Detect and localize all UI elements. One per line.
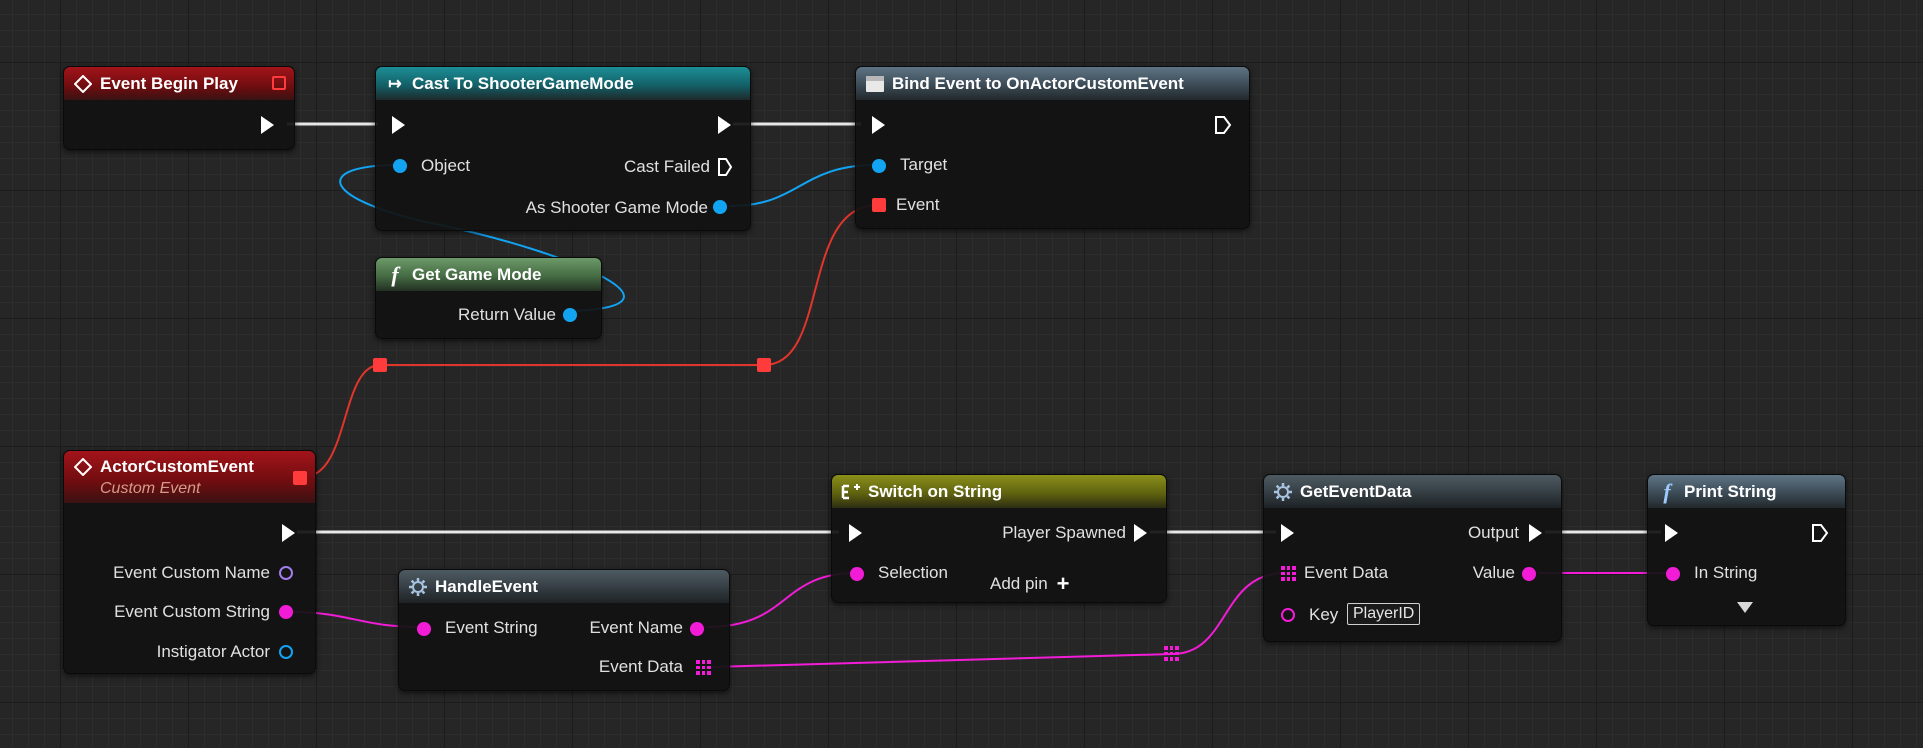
pin-label: Event Custom String <box>114 602 270 621</box>
selection-input-pin[interactable] <box>850 567 864 581</box>
node-header: Switch on String <box>832 475 1166 508</box>
function-f-icon: f <box>391 261 399 287</box>
add-pin-button[interactable]: Add pin + <box>990 571 1070 596</box>
player-spawned-exec-output-pin[interactable] <box>1134 524 1147 542</box>
exec-output-pin[interactable] <box>261 116 274 134</box>
get-event-data-node[interactable]: GetEventData Output Event Data Value Key… <box>1263 474 1562 642</box>
node-title: Switch on String <box>868 481 1003 501</box>
in-string-input-pin[interactable] <box>1666 567 1680 581</box>
exec-input-pin[interactable] <box>392 116 405 134</box>
event-begin-play-node[interactable]: Event Begin Play <box>63 66 295 150</box>
handle-event-node[interactable]: HandleEvent Event String Event Name Even… <box>398 569 730 691</box>
node-header: ↦ Cast To ShooterGameMode <box>376 67 750 100</box>
bind-event-node[interactable]: Bind Event to OnActorCustomEvent Target … <box>855 66 1250 229</box>
node-header: f Get Game Mode <box>376 258 601 291</box>
pin-label: Instigator Actor <box>156 642 270 661</box>
node-header: Event Begin Play <box>64 67 294 100</box>
pin-label: Cast Failed <box>624 157 710 176</box>
value-output-pin[interactable] <box>1522 567 1536 581</box>
node-header: GetEventData <box>1264 475 1561 508</box>
node-title: Bind Event to OnActorCustomEvent <box>892 73 1184 93</box>
node-title: Print String <box>1684 481 1777 501</box>
plus-icon: + <box>1056 571 1070 596</box>
chevron-down-icon[interactable] <box>1737 602 1753 613</box>
event-diamond-icon <box>72 458 94 476</box>
function-f-icon: f <box>1663 478 1671 504</box>
switch-on-string-node[interactable]: Switch on String Player Spawned Selectio… <box>831 474 1167 603</box>
node-subtitle: Custom Event <box>100 480 201 497</box>
node-title: Get Game Mode <box>412 264 542 284</box>
switch-icon <box>840 482 862 502</box>
cast-to-shootergamemode-node[interactable]: ↦ Cast To ShooterGameMode Object Cast Fa… <box>375 66 751 231</box>
pin-label: Event Custom Name <box>113 563 270 582</box>
key-input-field[interactable]: PlayerID <box>1347 603 1421 625</box>
event-data-output-pin[interactable] <box>696 660 711 675</box>
event-delegate-input-pin[interactable] <box>872 198 886 212</box>
exec-output-pin[interactable] <box>282 524 295 542</box>
exec-input-pin[interactable] <box>849 524 862 542</box>
node-header: f Print String <box>1648 475 1845 508</box>
pin-label: Event Data <box>1304 563 1389 582</box>
pin-label: Target <box>900 155 948 174</box>
pin-label: Key <box>1309 605 1339 624</box>
actor-custom-event-node[interactable]: ActorCustomEvent Custom Event Event Cust… <box>63 450 316 674</box>
node-title: ActorCustomEvent <box>100 457 254 476</box>
exec-output-pin[interactable] <box>1214 115 1232 135</box>
exec-output-pin[interactable] <box>1811 523 1829 543</box>
exec-input-pin[interactable] <box>872 116 885 134</box>
node-title: HandleEvent <box>435 576 538 596</box>
exec-input-pin[interactable] <box>1665 524 1678 542</box>
pin-label: Value <box>1472 563 1515 582</box>
add-pin-label: Add pin <box>990 574 1048 593</box>
instigator-actor-output-pin[interactable] <box>279 645 293 659</box>
event-diamond-icon <box>72 74 94 93</box>
pin-label: In String <box>1694 563 1758 582</box>
pin-label: Output <box>1467 523 1519 542</box>
exec-output-pin[interactable] <box>1529 524 1542 542</box>
node-title: Event Begin Play <box>100 73 238 93</box>
event-data-input-pin[interactable] <box>1281 566 1296 581</box>
struct-reroute-knot[interactable] <box>1164 646 1179 661</box>
bind-event-icon <box>864 75 886 93</box>
cast-failed-exec-pin[interactable] <box>717 157 733 177</box>
node-header: Bind Event to OnActorCustomEvent <box>856 67 1249 100</box>
node-header: ActorCustomEvent Custom Event <box>64 451 315 503</box>
event-name-output-pin[interactable] <box>690 622 704 636</box>
event-string-input-pin[interactable] <box>417 622 431 636</box>
pin-label: Selection <box>878 563 948 582</box>
delegate-reroute-knot[interactable] <box>757 358 771 372</box>
gear-icon <box>1272 482 1294 502</box>
node-title: GetEventData <box>1300 481 1412 501</box>
pin-label: Player Spawned <box>1002 523 1126 542</box>
event-custom-name-output-pin[interactable] <box>279 566 293 580</box>
get-game-mode-node[interactable]: f Get Game Mode Return Value <box>375 257 602 339</box>
pin-label: Event Name <box>589 618 683 637</box>
object-input-pin[interactable] <box>393 159 407 173</box>
exec-output-pin[interactable] <box>718 116 731 134</box>
delegate-output-pin[interactable] <box>293 471 307 485</box>
pin-label: Event String <box>445 618 538 637</box>
event-custom-string-output-pin[interactable] <box>279 605 293 619</box>
pin-label: Event Data <box>598 657 683 676</box>
pin-label: Event <box>896 195 940 214</box>
pin-label: Object <box>421 156 471 175</box>
node-title: Cast To ShooterGameMode <box>412 73 634 93</box>
gear-icon <box>407 577 429 597</box>
node-header: HandleEvent <box>399 570 729 603</box>
exec-input-pin[interactable] <box>1281 524 1294 542</box>
delegate-reroute-knot[interactable] <box>373 358 387 372</box>
delegate-output-pin[interactable] <box>272 76 286 90</box>
pin-label: As Shooter Game Mode <box>525 198 708 217</box>
object-output-pin[interactable] <box>713 200 727 214</box>
print-string-node[interactable]: f Print String In String <box>1647 474 1846 626</box>
key-input-pin[interactable] <box>1281 608 1295 622</box>
target-input-pin[interactable] <box>872 159 886 173</box>
cast-arrow-icon: ↦ <box>388 75 402 93</box>
pin-label: Return Value <box>458 305 556 324</box>
return-value-output-pin[interactable] <box>563 308 577 322</box>
